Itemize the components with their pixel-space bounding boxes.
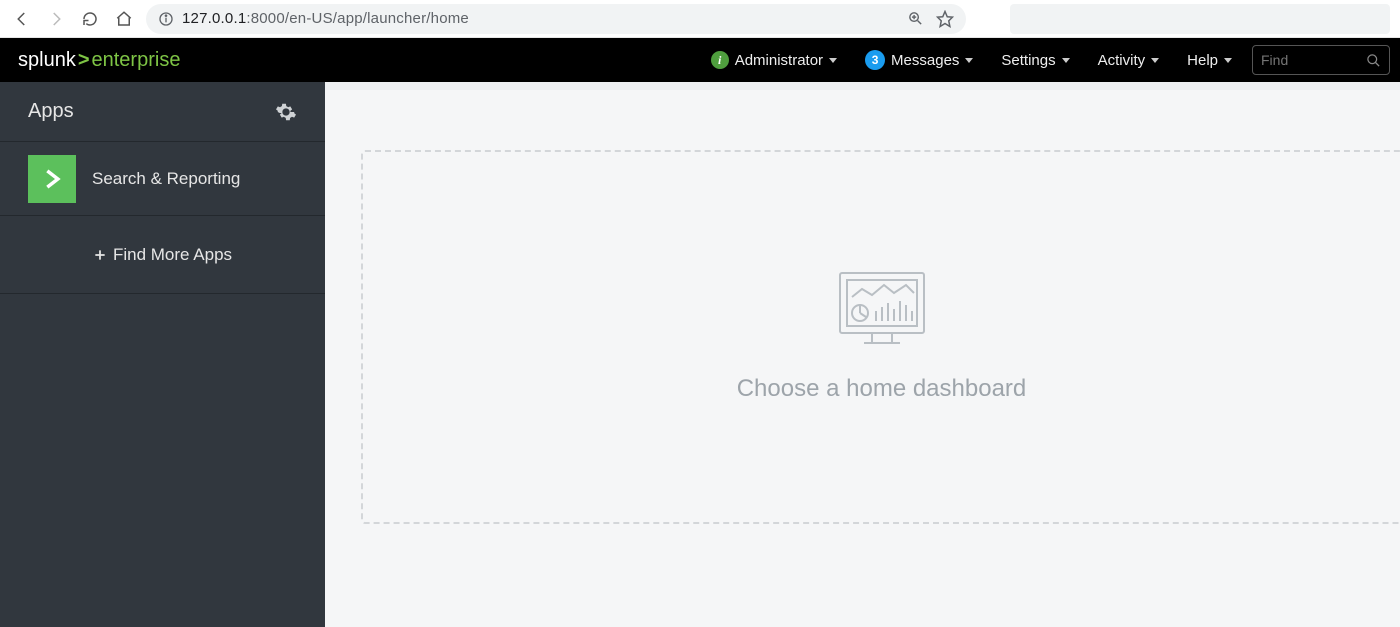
nav-messages[interactable]: 3 Messages	[851, 38, 987, 82]
sidebar-header: Apps	[0, 82, 325, 142]
search-icon	[1366, 53, 1381, 68]
nav-help[interactable]: Help	[1173, 38, 1246, 82]
nav-activity[interactable]: Activity	[1084, 38, 1174, 82]
empty-dashboard-text: Choose a home dashboard	[737, 375, 1027, 403]
find-box[interactable]	[1252, 45, 1390, 75]
logo-text-b: enterprise	[92, 49, 181, 72]
nav-label: Messages	[891, 52, 959, 69]
dashboard-icon	[838, 271, 926, 347]
forward-button[interactable]	[44, 7, 68, 31]
logo-chevron-icon: >	[76, 49, 92, 72]
sidebar-find-more-apps[interactable]: Find More Apps	[0, 216, 325, 294]
info-icon	[158, 11, 174, 27]
logo[interactable]: splunk>enterprise	[0, 49, 198, 72]
star-icon[interactable]	[936, 10, 954, 28]
nav-label: Activity	[1098, 52, 1146, 69]
home-button[interactable]	[112, 7, 136, 31]
plus-icon	[93, 248, 107, 262]
url-text: 127.0.0.1:8000/en-US/app/launcher/home	[182, 10, 469, 27]
choose-dashboard-card[interactable]: Choose a home dashboard	[361, 150, 1400, 524]
sidebar-more-label: Find More Apps	[113, 245, 232, 265]
caret-down-icon	[1224, 58, 1232, 63]
browser-right-panel	[1010, 4, 1390, 34]
sidebar-item-label: Search & Reporting	[92, 169, 240, 189]
gear-icon[interactable]	[275, 101, 297, 123]
nav-label: Settings	[1001, 52, 1055, 69]
caret-down-icon	[829, 58, 837, 63]
app-topbar: splunk>enterprise i Administrator 3 Mess…	[0, 38, 1400, 82]
browser-toolbar: 127.0.0.1:8000/en-US/app/launcher/home	[0, 0, 1400, 38]
find-input[interactable]	[1261, 52, 1351, 68]
nav-settings[interactable]: Settings	[987, 38, 1083, 82]
nav-label: Administrator	[735, 52, 823, 69]
sidebar-item-search-reporting[interactable]: Search & Reporting	[0, 142, 325, 216]
nav-administrator[interactable]: i Administrator	[697, 38, 851, 82]
caret-down-icon	[1151, 58, 1159, 63]
url-bar[interactable]: 127.0.0.1:8000/en-US/app/launcher/home	[146, 4, 966, 34]
info-badge-icon: i	[711, 51, 729, 69]
app-icon	[28, 155, 76, 203]
content-area: Choose a home dashboard	[325, 82, 1400, 627]
logo-text-a: splunk	[18, 49, 76, 72]
zoom-icon[interactable]	[907, 10, 924, 27]
sidebar: Apps Search & Reporting Find More Apps	[0, 82, 325, 627]
nav-label: Help	[1187, 52, 1218, 69]
caret-down-icon	[965, 58, 973, 63]
back-button[interactable]	[10, 7, 34, 31]
messages-count-badge: 3	[865, 50, 885, 70]
sidebar-title: Apps	[28, 100, 74, 123]
caret-down-icon	[1062, 58, 1070, 63]
main-area: Apps Search & Reporting Find More Apps	[0, 82, 1400, 627]
reload-button[interactable]	[78, 7, 102, 31]
